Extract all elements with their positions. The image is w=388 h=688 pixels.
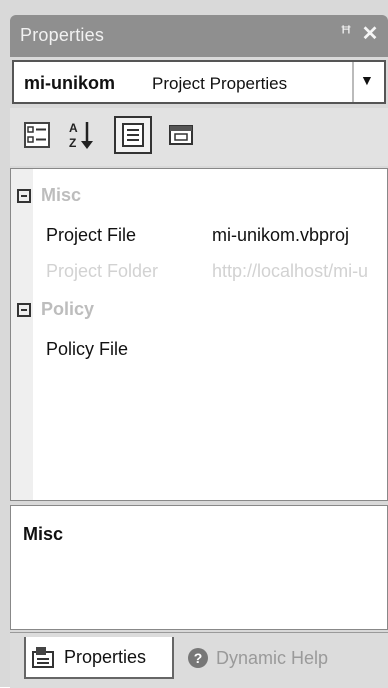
properties-tab-icon — [32, 647, 54, 668]
bottom-tab-strip: Properties ? Dynamic Help — [10, 632, 388, 688]
property-name: Project File — [46, 225, 137, 245]
dropdown-divider — [352, 62, 354, 102]
svg-text:A: A — [69, 121, 78, 135]
categorized-icon — [24, 122, 50, 148]
object-type: Project Properties — [152, 74, 288, 93]
pin-icon[interactable]: ꟸ — [336, 23, 356, 45]
title-bar: Properties ꟸ ✕ — [10, 15, 388, 57]
property-row[interactable]: Policy File — [46, 339, 128, 367]
chevron-down-icon[interactable]: ▼ — [360, 72, 374, 88]
close-icon[interactable]: ✕ — [360, 23, 380, 45]
object-selector-dropdown[interactable]: mi-unikom Project Properties ▼ — [12, 60, 386, 104]
description-pane: Misc — [10, 505, 388, 630]
alphabetical-icon: A Z — [69, 121, 93, 150]
category-label: Policy — [41, 299, 95, 319]
category-label: Misc — [41, 185, 82, 205]
properties-panel: Properties ꟸ ✕ mi-unikom Project Propert… — [0, 0, 388, 688]
property-pages-button[interactable] — [162, 116, 200, 154]
description-title: Misc — [23, 524, 64, 544]
categorized-button[interactable] — [18, 116, 56, 154]
property-pages-icon — [169, 125, 193, 145]
property-row[interactable]: Project File mi-unikom.vbproj — [46, 225, 349, 253]
tab-properties[interactable]: Properties — [24, 637, 174, 679]
help-icon: ? — [188, 648, 208, 668]
property-value[interactable]: mi-unikom.vbproj — [212, 225, 349, 246]
property-grid: Misc Project File mi-unikom.vbproj Proje… — [10, 168, 388, 501]
grid-gutter — [11, 169, 33, 500]
collapse-icon[interactable] — [17, 303, 31, 317]
property-name: Policy File — [46, 339, 129, 359]
panel-title: Properties — [20, 25, 105, 45]
tab-label: Properties — [64, 646, 147, 667]
svg-text:Z: Z — [69, 136, 76, 150]
property-row[interactable]: Project Folder http://localhost/mi-u — [46, 261, 368, 289]
tab-label: Dynamic Help — [216, 647, 329, 668]
object-name: mi-unikom — [24, 73, 116, 93]
property-value[interactable]: http://localhost/mi-u — [212, 261, 368, 282]
properties-toolbar: A Z — [10, 108, 388, 166]
properties-button[interactable] — [114, 116, 152, 154]
property-name: Project Folder — [46, 261, 159, 281]
properties-icon — [122, 123, 144, 147]
collapse-icon[interactable] — [17, 189, 31, 203]
alphabetical-button[interactable]: A Z — [62, 116, 100, 154]
tab-dynamic-help[interactable]: ? Dynamic Help — [182, 637, 334, 679]
